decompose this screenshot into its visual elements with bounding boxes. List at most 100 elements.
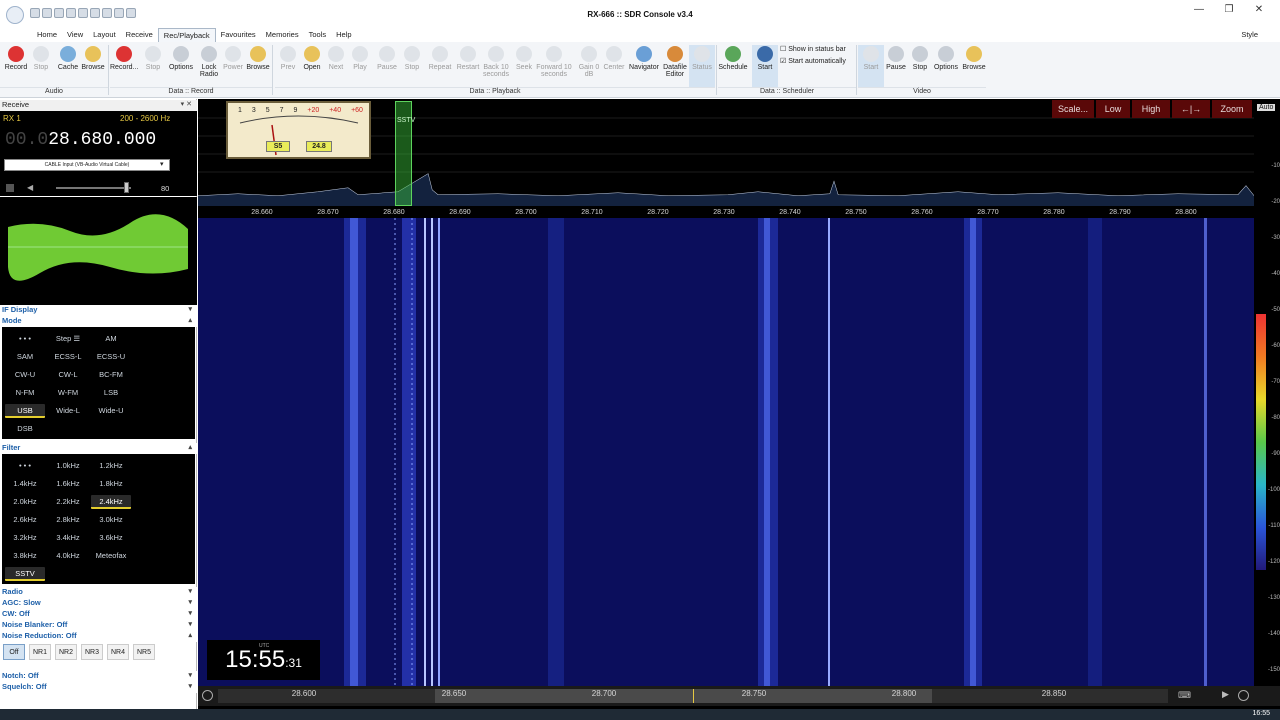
filter-2-4[interactable]: 2.4kHz xyxy=(91,495,131,509)
mode-cw-l[interactable]: CW-L xyxy=(48,368,88,382)
menu-favourites[interactable]: Favourites xyxy=(216,28,261,42)
filter-3-2[interactable]: 3.2kHz xyxy=(5,531,45,545)
filter-3-4[interactable]: 3.4kHz xyxy=(48,531,88,545)
noise-blanker-header[interactable]: Noise Blanker: Off ▾ xyxy=(0,620,197,631)
filter-1-0[interactable]: 1.0kHz xyxy=(48,459,88,473)
squelch-header[interactable]: Squelch: Off ▾ xyxy=(0,682,197,693)
mode-usb[interactable]: USB xyxy=(5,404,45,418)
video-pause-button[interactable]: Pause xyxy=(883,45,909,87)
pause-button[interactable]: Pause xyxy=(374,45,400,87)
zoom-in-icon[interactable] xyxy=(1238,690,1249,701)
minimize-button[interactable]: — xyxy=(1184,4,1214,18)
lock-radio-button[interactable]: Lock Radio xyxy=(196,45,222,87)
data-browse-button[interactable]: Browse xyxy=(245,45,271,87)
menu-rec-playback[interactable]: Rec/Playback xyxy=(157,28,216,42)
filter-2-6[interactable]: 2.6kHz xyxy=(5,513,45,527)
mode-wide-u[interactable]: Wide-U xyxy=(91,404,131,418)
filter-meteofax[interactable]: Meteofax xyxy=(91,549,131,563)
playback-stop-button[interactable]: Stop xyxy=(399,45,425,87)
data-stop-button[interactable]: Stop xyxy=(140,45,166,87)
back-10-seconds-button[interactable]: Back 10 seconds xyxy=(482,45,510,87)
nr3-button[interactable]: NR3 xyxy=(81,644,103,660)
mode-cw-u[interactable]: CW-U xyxy=(5,368,45,382)
filter-more[interactable]: • • • xyxy=(5,459,45,473)
audio-record-button[interactable]: Record xyxy=(3,45,29,87)
maximize-button[interactable]: ❐ xyxy=(1214,4,1244,18)
open-button[interactable]: Open xyxy=(299,45,325,87)
style-menu[interactable]: Style xyxy=(1241,30,1258,39)
chevron-down-icon[interactable]: ▾ xyxy=(160,160,164,168)
high-button[interactable]: High xyxy=(1132,100,1170,118)
mode-ecss-l[interactable]: ECSS-L xyxy=(48,350,88,364)
start-automatically-checkbox[interactable]: ☑ Start automatically xyxy=(780,57,846,65)
frequency-display[interactable]: 00.028.680.000 xyxy=(5,130,156,150)
mode-more[interactable]: • • • xyxy=(5,332,45,346)
agc-header[interactable]: AGC: Slow ▾ xyxy=(0,598,197,609)
menu-tools[interactable]: Tools xyxy=(304,28,332,42)
if-display-header[interactable]: IF Display ▾ xyxy=(0,305,197,316)
filter-1-8[interactable]: 1.8kHz xyxy=(91,477,131,491)
mode-step[interactable]: Step ☰ xyxy=(48,332,88,346)
filter-2-8[interactable]: 2.8kHz xyxy=(48,513,88,527)
radio-header[interactable]: Radio ▾ xyxy=(0,587,197,598)
speaker-icon[interactable]: ◀ xyxy=(27,183,33,192)
video-stop-button[interactable]: Stop xyxy=(907,45,933,87)
cw-header[interactable]: CW: Off ▾ xyxy=(0,609,197,620)
audio-device-select[interactable]: CABLE Input (VB-Audio Virtual Cable) xyxy=(4,159,170,171)
center-button[interactable]: Center xyxy=(601,45,627,87)
filter-3-8[interactable]: 3.8kHz xyxy=(5,549,45,563)
filter-3-6[interactable]: 3.6kHz xyxy=(91,531,131,545)
gain-button[interactable]: Gain 0 dB xyxy=(576,45,602,87)
scheduler-start-button[interactable]: Start xyxy=(752,45,778,87)
notch-header[interactable]: Notch: Off ▾ xyxy=(0,671,197,682)
close-icon[interactable]: ▾ ✕ xyxy=(181,100,192,108)
video-options-button[interactable]: Options xyxy=(932,45,960,87)
show-in-status-bar-checkbox[interactable]: ☐ Show in status bar xyxy=(780,45,846,53)
nr4-button[interactable]: NR4 xyxy=(107,644,129,660)
filter-1-6[interactable]: 1.6kHz xyxy=(48,477,88,491)
mode-sam[interactable]: SAM xyxy=(5,350,45,364)
navigator-button[interactable]: Navigator xyxy=(627,45,661,87)
span-button[interactable]: ←|→ xyxy=(1172,100,1210,118)
video-start-button[interactable]: Start xyxy=(858,45,884,87)
restart-button[interactable]: Restart xyxy=(455,45,481,87)
seek-button[interactable]: Seek xyxy=(511,45,537,87)
taskbar-clock[interactable]: 16:55 xyxy=(1252,710,1270,717)
audio-stop-button[interactable]: Stop xyxy=(28,45,54,87)
scale-button[interactable]: Scale... xyxy=(1052,100,1094,118)
data-options-button[interactable]: Options xyxy=(167,45,195,87)
close-button[interactable]: ✕ xyxy=(1244,4,1274,18)
menu-memories[interactable]: Memories xyxy=(261,28,304,42)
nr5-button[interactable]: NR5 xyxy=(133,644,155,660)
mode-lsb[interactable]: LSB xyxy=(91,386,131,400)
power-button[interactable]: Power xyxy=(220,45,246,87)
data-record-button[interactable]: Record... xyxy=(110,45,138,87)
waterfall-display[interactable] xyxy=(198,218,1254,686)
mode-wide-l[interactable]: Wide-L xyxy=(48,404,88,418)
mode-am[interactable]: AM xyxy=(91,332,131,346)
play-icon[interactable]: ▶ xyxy=(1222,689,1229,700)
repeat-button[interactable]: Repeat xyxy=(427,45,453,87)
video-browse-button[interactable]: Browse xyxy=(960,45,988,87)
filter-4-0[interactable]: 4.0kHz xyxy=(48,549,88,563)
mode-ecss-u[interactable]: ECSS-U xyxy=(91,350,131,364)
mode-dsb[interactable]: DSB xyxy=(5,422,45,436)
filter-2-2[interactable]: 2.2kHz xyxy=(48,495,88,509)
nr2-button[interactable]: NR2 xyxy=(55,644,77,660)
mode-bc-fm[interactable]: BC-FM xyxy=(91,368,131,382)
filter-3-0[interactable]: 3.0kHz xyxy=(91,513,131,527)
volume-slider-thumb[interactable] xyxy=(124,182,129,193)
status-button[interactable]: Status xyxy=(689,45,715,87)
datafile-editor-button[interactable]: Datafile Editor xyxy=(662,45,688,87)
bottom-frequency-scale[interactable]: 28.600 28.650 28.700 28.750 28.800 28.85… xyxy=(198,686,1280,706)
auto-label[interactable]: Auto xyxy=(1257,104,1276,111)
menu-receive[interactable]: Receive xyxy=(121,28,158,42)
mode-w-fm[interactable]: W-FM xyxy=(48,386,88,400)
filter-header[interactable]: Filter ▴ xyxy=(0,443,197,454)
keyboard-icon[interactable]: ⌨ xyxy=(1178,690,1191,701)
audio-browse-button[interactable]: Browse xyxy=(80,45,106,87)
nr1-button[interactable]: NR1 xyxy=(29,644,51,660)
noise-reduction-header[interactable]: Noise Reduction: Off ▴ xyxy=(0,631,197,642)
filter-1-2[interactable]: 1.2kHz xyxy=(91,459,131,473)
menu-view[interactable]: View xyxy=(62,28,88,42)
